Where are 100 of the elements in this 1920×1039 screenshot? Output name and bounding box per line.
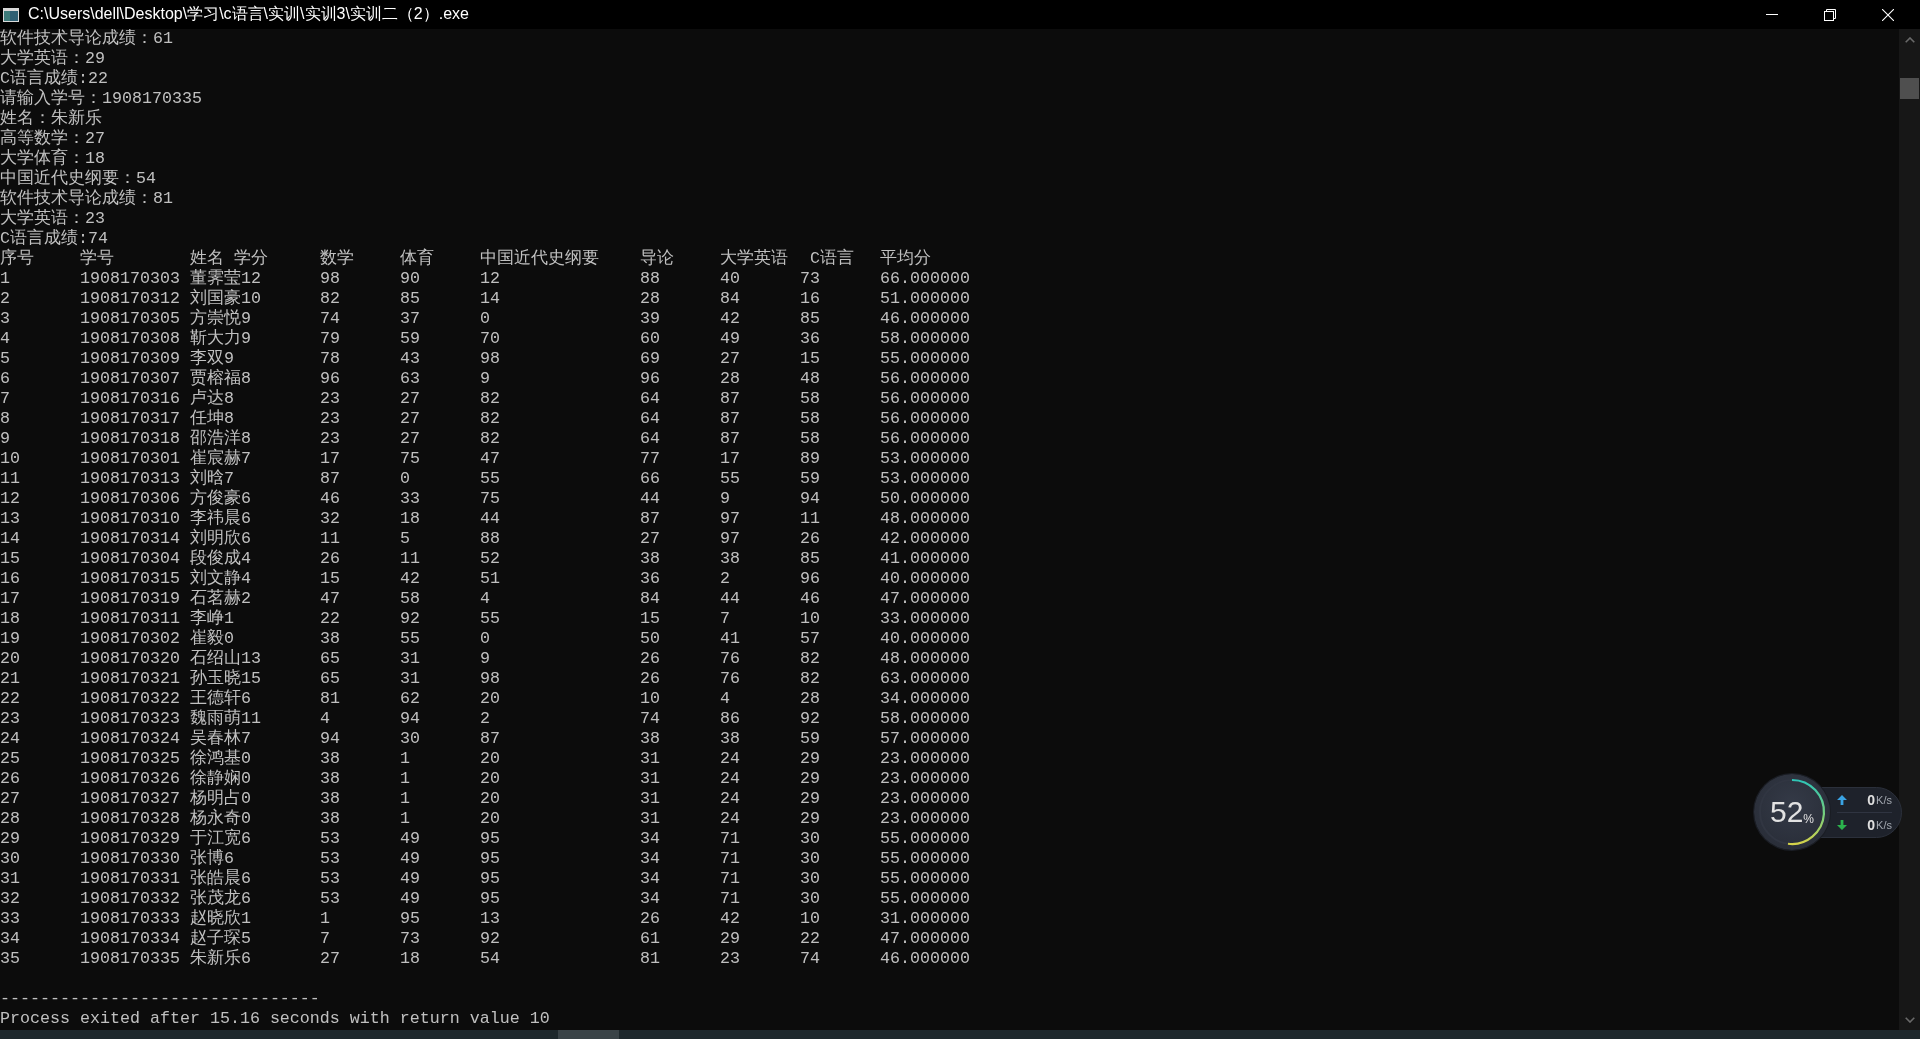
table-cell: 40: [720, 269, 740, 289]
table-cell: 34: [640, 869, 660, 889]
vertical-scrollbar[interactable]: [1899, 29, 1920, 1030]
table-cell: 1908170302: [80, 629, 180, 649]
table-cell: 刘晗7: [190, 469, 234, 489]
table-cell: 徐静娴0: [190, 769, 251, 789]
table-cell: 59: [800, 469, 820, 489]
table-cell: 75: [400, 449, 420, 469]
table-cell: 刘国豪10: [190, 289, 261, 309]
table-cell: 24: [720, 749, 740, 769]
table-cell: 1: [400, 749, 410, 769]
table-cell: 1: [400, 809, 410, 829]
table-cell: 20: [480, 749, 500, 769]
table-cell-text: 邵浩洋8: [190, 429, 251, 448]
table-cell: 23: [0, 709, 20, 729]
table-cell: 56.000000: [880, 409, 970, 429]
table-cell: 10: [640, 689, 660, 709]
table-cell: 82: [480, 409, 500, 429]
download-arrow-icon: [1837, 819, 1847, 830]
table-cell: 9: [0, 429, 10, 449]
table-cell: 46.000000: [880, 949, 970, 969]
table-cell-text: 杨永奇0: [190, 809, 251, 828]
column-header: 姓名 学分: [190, 249, 268, 269]
table-cell: 1908170309: [80, 349, 180, 369]
table-cell: 11: [0, 469, 20, 489]
table-cell: 0: [400, 469, 410, 489]
table-cell: 34: [640, 889, 660, 909]
table-cell: 7: [720, 609, 730, 629]
table-cell: 1: [320, 909, 330, 929]
table-cell: 42: [720, 309, 740, 329]
table-cell: 2: [0, 289, 10, 309]
table-cell: 57: [800, 629, 820, 649]
table-cell: 55: [720, 469, 740, 489]
scroll-up-icon[interactable]: [1904, 37, 1915, 43]
scrollbar-thumb[interactable]: [1900, 78, 1919, 99]
table-cell: 95: [480, 869, 500, 889]
table-cell: 85: [800, 549, 820, 569]
table-cell: 81: [320, 689, 340, 709]
table-cell: 44: [480, 509, 500, 529]
table-cell: 1908170326: [80, 769, 180, 789]
table-cell: 33: [0, 909, 20, 929]
table-cell: 27: [400, 409, 420, 429]
table-cell: 48: [800, 369, 820, 389]
table-cell: 49: [400, 849, 420, 869]
table-cell: 1908170325: [80, 749, 180, 769]
table-cell: 于江宽6: [190, 829, 251, 849]
table-cell: 90: [400, 269, 420, 289]
table-cell: 57.000000: [880, 729, 970, 749]
table-cell: 26: [320, 549, 340, 569]
table-cell: 38: [320, 749, 340, 769]
table-cell: 10: [0, 449, 20, 469]
table-cell: 38: [320, 769, 340, 789]
table-cell: 79: [320, 329, 340, 349]
table-cell: 26: [800, 529, 820, 549]
table-cell: 1908170327: [80, 789, 180, 809]
table-cell: 31: [640, 769, 660, 789]
table-cell: 1908170322: [80, 689, 180, 709]
table-cell-text: 李祎晨6: [190, 509, 251, 528]
table-cell: 31: [0, 869, 20, 889]
table-cell: 27: [400, 389, 420, 409]
table-cell: 92: [400, 609, 420, 629]
table-cell: 74: [320, 309, 340, 329]
table-cell: 47: [320, 589, 340, 609]
table-cell: 43: [400, 349, 420, 369]
table-cell: 38: [720, 549, 740, 569]
table-cell: 1908170315: [80, 569, 180, 589]
table-cell: 35: [0, 949, 20, 969]
table-cell: 52: [480, 549, 500, 569]
table-cell: 29: [800, 809, 820, 829]
table-cell: 36: [640, 569, 660, 589]
scroll-down-icon[interactable]: [1904, 1017, 1915, 1023]
table-cell: 92: [480, 929, 500, 949]
table-cell: 58: [800, 409, 820, 429]
window-title: C:\Users\dell\Desktop\学习\c语言\实训\实训3\实训二（2）.exe: [28, 4, 469, 24]
table-cell: 17: [0, 589, 20, 609]
table-cell-text: 杨明占0: [190, 789, 251, 808]
table-cell: 23.000000: [880, 809, 970, 829]
table-cell: 50: [640, 629, 660, 649]
table-cell: 66: [640, 469, 660, 489]
console-line: 大学体育：18: [0, 149, 105, 168]
table-cell: 31: [400, 669, 420, 689]
table-cell: 98: [480, 669, 500, 689]
table-cell: 贾榕福8: [190, 369, 251, 389]
table-cell: 18: [400, 509, 420, 529]
table-cell: 55.000000: [880, 829, 970, 849]
table-cell: 1908170314: [80, 529, 180, 549]
table-cell: 张茂龙6: [190, 889, 251, 909]
table-cell: 28: [640, 289, 660, 309]
table-cell: 59: [800, 729, 820, 749]
table-cell: 74: [640, 709, 660, 729]
table-cell: 17: [720, 449, 740, 469]
table-cell: 94: [320, 729, 340, 749]
table-cell: 1908170333: [80, 909, 180, 929]
table-cell: 78: [320, 349, 340, 369]
table-cell: 84: [720, 289, 740, 309]
table-cell: 4: [480, 589, 490, 609]
table-cell: 69: [640, 349, 660, 369]
table-cell: 1908170303: [80, 269, 180, 289]
table-cell: 14: [0, 529, 20, 549]
upload-arrow-icon: [1837, 794, 1847, 805]
